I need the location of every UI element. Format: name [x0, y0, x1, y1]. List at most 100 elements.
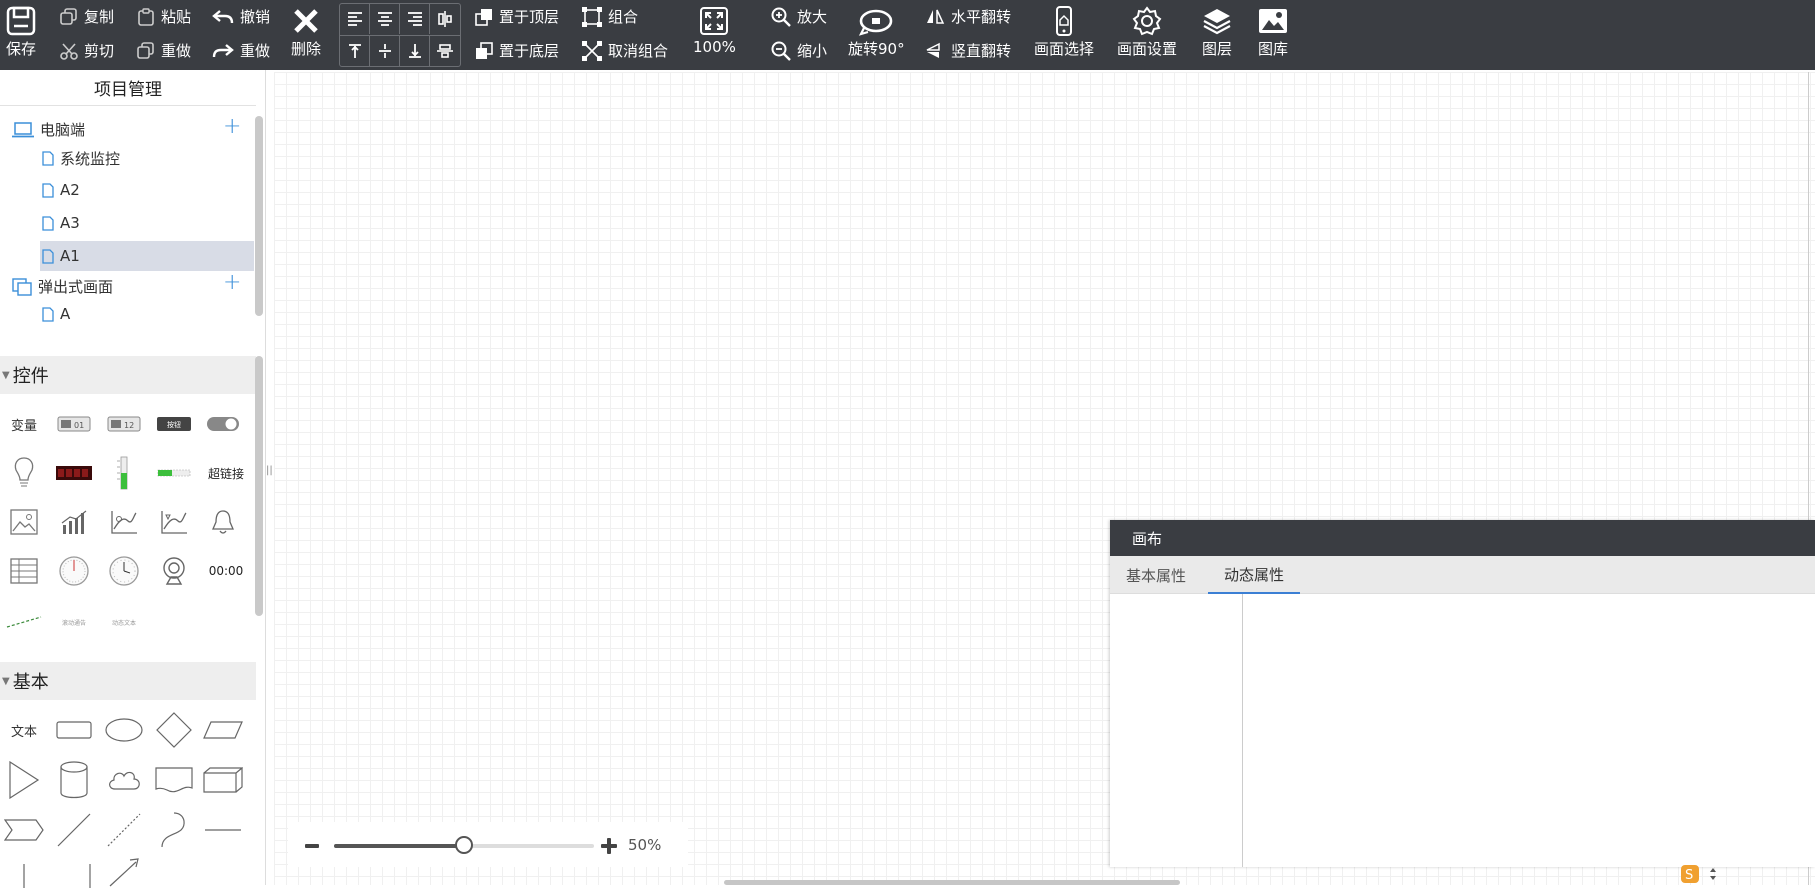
tree-item[interactable]: A	[42, 305, 70, 323]
vertical-line-shape[interactable]	[4, 850, 44, 890]
table-control[interactable]	[4, 551, 44, 591]
variable-control[interactable]: 变量	[4, 404, 44, 444]
tab-dynamic-properties[interactable]: 动态属性	[1208, 556, 1301, 594]
align-top-button[interactable]	[340, 36, 370, 66]
trend-chart-control[interactable]	[104, 502, 144, 542]
panel-splitter-handle[interactable]: ||	[266, 465, 273, 476]
add-popup-button[interactable]: +	[223, 270, 241, 295]
align-right-button[interactable]	[400, 4, 430, 34]
hyperlink-control[interactable]: 超链接	[203, 453, 249, 493]
cube-shape[interactable]	[203, 760, 243, 800]
line-chart-icon	[111, 511, 137, 534]
indicator-light-control[interactable]	[4, 453, 44, 493]
align-left-button[interactable]	[340, 4, 370, 34]
screen-select-button[interactable]: 画面选择	[1034, 6, 1094, 59]
controls-scrollbar[interactable]	[255, 356, 263, 616]
tree-item[interactable]: 系统监控	[42, 148, 120, 169]
tree-item[interactable]: A2	[42, 181, 80, 199]
arrow-shape[interactable]	[104, 850, 144, 890]
history-chart-control[interactable]	[154, 502, 194, 542]
tab-basic-properties[interactable]: 基本属性	[1126, 556, 1186, 594]
time-display-control[interactable]: 00:00	[203, 551, 249, 591]
step-shape[interactable]	[4, 810, 44, 850]
bar-chart-control[interactable]	[54, 502, 94, 542]
left-panel: 项目管理 电脑端 + 系统监控 A2 A3 A1 弹出式画面 + A ▼ 控件 …	[0, 70, 266, 888]
image-control[interactable]	[4, 502, 44, 542]
zoom-minus-icon[interactable]	[304, 842, 320, 850]
tree-item-selected[interactable]: A1	[42, 247, 80, 265]
delete-button[interactable]: 删除	[291, 6, 321, 59]
dialog-title-bar[interactable]: 画布	[1110, 520, 1815, 556]
document-shape[interactable]	[154, 760, 194, 800]
tree-group-popup[interactable]: 弹出式画面	[12, 276, 113, 297]
diamond-shape[interactable]	[154, 710, 194, 750]
text-shape[interactable]: 文本	[4, 710, 44, 750]
ungroup-button[interactable]: 取消组合	[582, 40, 668, 61]
duplicate-button[interactable]: 重做	[137, 40, 191, 61]
tree-scrollbar[interactable]	[255, 116, 263, 316]
paste-button[interactable]: 粘贴	[137, 6, 191, 27]
parallelogram-shape[interactable]	[203, 710, 243, 750]
gallery-button[interactable]: 图库	[1258, 6, 1288, 59]
group-button[interactable]: 组合	[582, 6, 638, 27]
zoom-in-button[interactable]: 放大	[771, 6, 827, 27]
copy-button[interactable]: 复制	[60, 6, 114, 27]
cylinder-shape[interactable]	[54, 760, 94, 800]
tree-item[interactable]: A3	[42, 214, 80, 232]
ime-toolbar[interactable]: S	[1680, 862, 1760, 885]
redo-icon	[212, 43, 234, 57]
ellipse-shape[interactable]	[104, 710, 144, 750]
dynamic-text-control[interactable]: 动态文本	[104, 602, 144, 642]
vertical-bar-control[interactable]	[104, 453, 144, 493]
clock-gauge-control[interactable]	[104, 551, 144, 591]
controls-section-header[interactable]: ▼ 控件	[0, 356, 256, 394]
curve-shape[interactable]	[154, 810, 194, 850]
elbow-line-shape[interactable]	[54, 850, 94, 890]
button-control[interactable]: 按钮	[154, 404, 194, 444]
dial-gauge-control[interactable]	[54, 551, 94, 591]
horizontal-line-shape[interactable]	[203, 810, 243, 850]
zoom-slider-handle[interactable]	[455, 836, 473, 854]
horizontal-bar-control[interactable]	[154, 453, 194, 493]
marquee-text-control[interactable]: 滚动通告	[54, 602, 94, 642]
align-hcenter-button[interactable]	[430, 4, 460, 34]
align-bottom-button[interactable]	[400, 36, 430, 66]
numeric-display-control[interactable]: 12	[104, 404, 144, 444]
flip-vertical-button[interactable]: 竖直翻转	[925, 40, 1011, 61]
bring-to-front-button[interactable]: 置于顶层	[475, 6, 559, 27]
save-button[interactable]: 保存	[6, 6, 36, 59]
undo-button[interactable]: 撤销	[212, 6, 270, 27]
align-vcenter-button[interactable]	[430, 36, 460, 66]
basic-section-header[interactable]: ▼ 基本	[0, 662, 256, 700]
binary-display-control[interactable]: 01	[54, 404, 94, 444]
align-middle-button[interactable]	[370, 36, 400, 66]
redo-button[interactable]: 重做	[212, 40, 270, 61]
rectangle-shape[interactable]	[54, 710, 94, 750]
dotted-line-shape[interactable]	[104, 810, 144, 850]
send-to-back-button[interactable]: 置于底层	[475, 40, 559, 61]
alarm-control[interactable]	[203, 502, 243, 542]
toggle-control[interactable]	[203, 404, 243, 444]
cloud-shape[interactable]	[104, 760, 144, 800]
cut-button[interactable]: 剪切	[60, 40, 114, 61]
align-top-icon	[348, 44, 361, 58]
rotate-button[interactable]: 旋转90°	[848, 6, 905, 59]
webcam-icon	[163, 557, 185, 585]
line-shape[interactable]	[54, 810, 94, 850]
camera-control[interactable]	[154, 551, 194, 591]
align-center-button[interactable]	[370, 4, 400, 34]
tree-group-desktop[interactable]: 电脑端	[12, 119, 85, 140]
laptop-icon	[12, 121, 34, 137]
canvas-horizontal-scrollbar[interactable]	[724, 880, 1180, 885]
zoom-out-button[interactable]: 缩小	[771, 40, 827, 61]
fit-zoom-button[interactable]: 100%	[693, 6, 736, 56]
flip-horizontal-button[interactable]: 水平翻转	[925, 6, 1011, 27]
triangle-shape[interactable]	[4, 760, 44, 800]
zoom-plus-icon[interactable]	[600, 837, 618, 855]
layers-button[interactable]: 图层	[1202, 6, 1232, 59]
led-display-control[interactable]	[54, 453, 94, 493]
dashed-line-control[interactable]	[4, 602, 44, 642]
add-screen-button[interactable]: +	[223, 114, 241, 139]
screen-settings-button[interactable]: 画面设置	[1117, 6, 1177, 59]
save-label: 保存	[6, 40, 37, 58]
